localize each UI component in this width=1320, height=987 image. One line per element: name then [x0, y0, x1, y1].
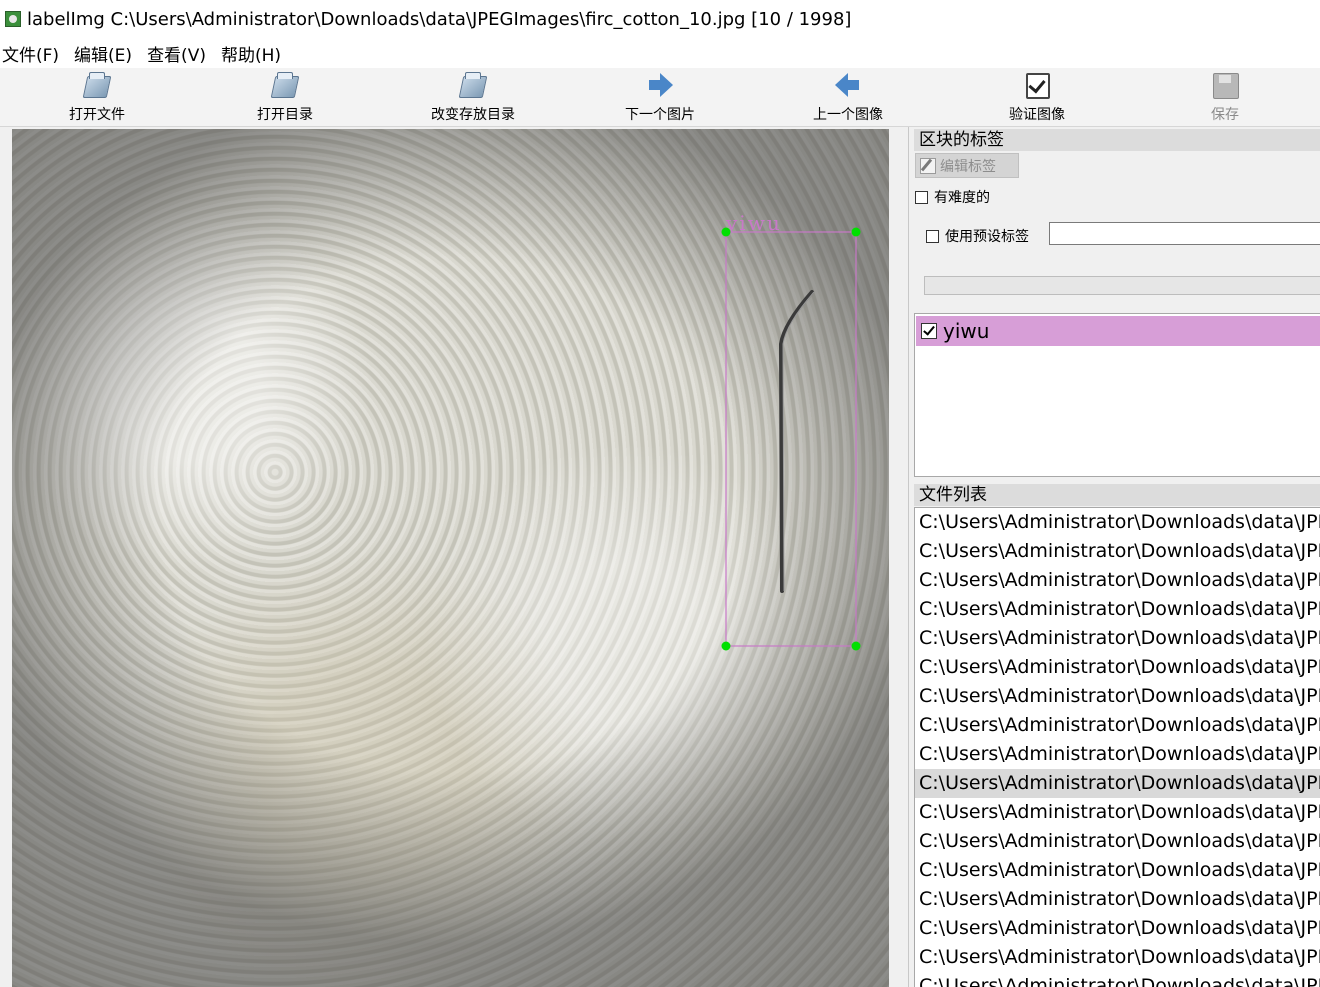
bounding-box[interactable]	[725, 231, 857, 647]
verify-image-label: 验证图像	[1009, 107, 1065, 123]
file-list[interactable]: C:\Users\Administrator\Downloads\data\JP…	[914, 507, 1320, 987]
label-visible-checkbox[interactable]	[921, 323, 937, 339]
folder-icon	[270, 70, 300, 100]
file-list-item[interactable]: C:\Users\Administrator\Downloads\data\JP…	[915, 827, 1320, 856]
pencil-icon	[920, 157, 936, 174]
foreign-fiber	[778, 290, 814, 593]
verify-image-button[interactable]: 验证图像	[977, 68, 1097, 126]
use-default-label-checkbox[interactable]	[926, 229, 939, 243]
edit-label-button[interactable]: 编辑标签	[915, 153, 1019, 178]
folder-icon	[458, 70, 488, 100]
file-list-item[interactable]: C:\Users\Administrator\Downloads\data\JP…	[915, 798, 1320, 827]
use-default-label-row[interactable]: 使用预设标签	[926, 226, 1029, 246]
annotation-overlay[interactable]: yiwu	[12, 129, 889, 987]
right-panel: 区块的标签 编辑标签 有难度的 使用预设标签 yiwu 文件列表 C:\User…	[908, 127, 1320, 987]
floppy-disk-icon	[1210, 70, 1240, 100]
box-vertex-handle[interactable]	[851, 641, 861, 651]
cotton-image[interactable]: yiwu	[12, 129, 889, 987]
toolbar: 打开文件 打开目录 改变存放目录 下一个图片 上一个图像 验证图像 保存	[0, 68, 1320, 127]
use-default-label-text: 使用预设标签	[945, 229, 1029, 245]
file-list-item[interactable]: C:\Users\Administrator\Downloads\data\JP…	[915, 914, 1320, 943]
open-dir-button[interactable]: 打开目录	[225, 68, 345, 126]
save-button[interactable]: 保存	[1165, 68, 1285, 126]
window-title: labelImg C:\Users\Administrator\Download…	[27, 8, 852, 30]
change-save-dir-label: 改变存放目录	[431, 107, 515, 123]
default-label-input[interactable]	[1049, 222, 1320, 245]
file-list-item[interactable]: C:\Users\Administrator\Downloads\data\JP…	[915, 972, 1320, 987]
prev-image-label: 上一个图像	[813, 107, 883, 123]
label-combo-box[interactable]	[924, 276, 1320, 295]
file-list-item[interactable]: C:\Users\Administrator\Downloads\data\JP…	[915, 624, 1320, 653]
save-label: 保存	[1211, 107, 1239, 123]
box-vertex-handle[interactable]	[721, 227, 731, 237]
checkmark-icon	[1022, 70, 1052, 100]
menu-edit[interactable]: 编辑(E)	[72, 41, 140, 66]
file-list-item[interactable]: C:\Users\Administrator\Downloads\data\JP…	[915, 740, 1320, 769]
label-list-item[interactable]: yiwu	[916, 316, 1320, 346]
bounding-box-label: yiwu	[725, 211, 782, 235]
menu-file[interactable]: 文件(F)	[0, 41, 67, 66]
file-list-item[interactable]: C:\Users\Administrator\Downloads\data\JP…	[915, 537, 1320, 566]
open-dir-label: 打开目录	[257, 107, 313, 123]
arrow-right-icon	[645, 70, 675, 100]
box-vertex-handle[interactable]	[721, 641, 731, 651]
difficult-checkbox[interactable]	[915, 190, 928, 204]
next-image-label: 下一个图片	[625, 107, 695, 123]
menu-view[interactable]: 查看(V)	[145, 41, 214, 66]
file-list-item[interactable]: C:\Users\Administrator\Downloads\data\JP…	[915, 885, 1320, 914]
file-list-item[interactable]: C:\Users\Administrator\Downloads\data\JP…	[915, 682, 1320, 711]
folder-icon	[82, 70, 112, 100]
box-vertex-handle[interactable]	[851, 227, 861, 237]
label-item-text: yiwu	[943, 319, 990, 343]
file-list-item[interactable]: C:\Users\Administrator\Downloads\data\JP…	[915, 508, 1320, 537]
next-image-button[interactable]: 下一个图片	[600, 68, 720, 126]
menu-bar: 文件(F) 编辑(E) 查看(V) 帮助(H)	[0, 38, 1320, 68]
label-list[interactable]: yiwu	[914, 313, 1320, 477]
edit-label-text: 编辑标签	[940, 158, 996, 175]
difficult-checkbox-row[interactable]: 有难度的	[915, 187, 990, 207]
labelimg-app-icon	[5, 11, 21, 27]
foreign-fiber-highlight	[782, 291, 815, 592]
file-list-item[interactable]: C:\Users\Administrator\Downloads\data\JP…	[915, 856, 1320, 885]
file-list-item[interactable]: C:\Users\Administrator\Downloads\data\JP…	[915, 566, 1320, 595]
file-list-item[interactable]: C:\Users\Administrator\Downloads\data\JP…	[915, 769, 1320, 798]
file-dock-title: 文件列表	[914, 484, 1320, 506]
difficult-label: 有难度的	[934, 190, 990, 206]
canvas-splitter[interactable]	[889, 127, 908, 987]
file-list-item[interactable]: C:\Users\Administrator\Downloads\data\JP…	[915, 653, 1320, 682]
open-file-button[interactable]: 打开文件	[37, 68, 157, 126]
canvas-area[interactable]: yiwu	[0, 127, 908, 987]
menu-help[interactable]: 帮助(H)	[219, 41, 289, 66]
file-list-item[interactable]: C:\Users\Administrator\Downloads\data\JP…	[915, 943, 1320, 972]
prev-image-button[interactable]: 上一个图像	[788, 68, 908, 126]
change-save-dir-button[interactable]: 改变存放目录	[413, 68, 533, 126]
file-list-item[interactable]: C:\Users\Administrator\Downloads\data\JP…	[915, 595, 1320, 624]
open-file-label: 打开文件	[69, 107, 125, 123]
arrow-left-icon	[833, 70, 863, 100]
file-list-item[interactable]: C:\Users\Administrator\Downloads\data\JP…	[915, 711, 1320, 740]
label-dock-title: 区块的标签	[914, 129, 1320, 151]
title-bar: labelImg C:\Users\Administrator\Download…	[0, 0, 1320, 38]
